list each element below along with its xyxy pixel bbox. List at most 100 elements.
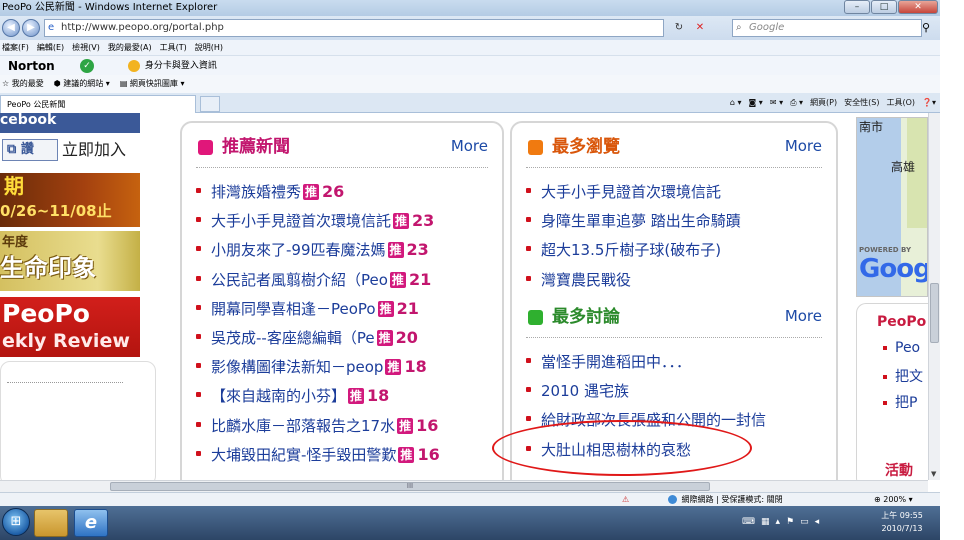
horizontal-scrollbar[interactable]: III (0, 480, 928, 492)
map-widget[interactable]: 南市 高雄 POWERED BY Goog (856, 117, 928, 297)
recommended-news-item[interactable]: 比麟水庫－部落報告之17水推 16 (196, 415, 438, 437)
recommended-news-item[interactable]: 大手小手見證首次環境信託推 23 (196, 210, 434, 232)
most-viewed-item[interactable]: 超大13.5斤樹子球(破布子) (526, 239, 721, 261)
most-viewed-item[interactable]: 身障生單車追夢 踏出生命騎蹟 (526, 210, 741, 232)
volume-icon[interactable]: ◂ (815, 512, 820, 532)
minimize-button[interactable]: – (844, 0, 870, 14)
side-box-item[interactable]: 把P (883, 392, 917, 412)
menu-tools[interactable]: 工具(T) (160, 40, 187, 55)
recommended-news-panel: 推薦新聞 More 排灣族婚禮秀推 26 大手小手見證首次環境信託推 23 小朋友來了-… (180, 121, 504, 480)
start-button[interactable]: ⊞ (2, 508, 30, 536)
security-warning-icon[interactable]: ⚠ (622, 493, 629, 506)
most-viewed-item[interactable]: 大手小手見證首次環境信託 (526, 181, 721, 203)
file-explorer-taskbar-icon[interactable] (34, 509, 68, 537)
most-viewed-more-link[interactable]: More (785, 135, 822, 157)
forward-button[interactable]: ▶ (22, 19, 40, 37)
web-slice-gallery-link[interactable]: ▤ 網頁快訊圖庫 ▾ (120, 75, 185, 93)
recommended-news-item[interactable]: 小朋友來了-99匹春魔法媽推 23 (196, 239, 429, 261)
favorites-button[interactable]: ☆ 我的最愛 (2, 75, 44, 93)
display-icon[interactable]: ▭ (800, 512, 809, 532)
weekly-review-banner[interactable]: PeoPo ekly Review (0, 297, 140, 357)
news-title: 灣寶農民戰役 (541, 270, 632, 289)
most-discussed-square-icon (528, 310, 543, 325)
menu-favorites[interactable]: 我的最愛(A) (108, 40, 152, 55)
vertical-scrollbar[interactable]: ▼ (928, 113, 940, 480)
page-icon: e (48, 22, 55, 33)
recommended-news-item[interactable]: 排灣族婚禮秀推 26 (196, 181, 344, 203)
mail-icon[interactable]: ✉ ▾ (770, 95, 783, 111)
recommended-news-item[interactable]: 大埔毀田紀實-怪手毀田警歎推 16 (196, 444, 440, 466)
norton-check-icon[interactable]: ✓ (80, 59, 94, 73)
map-city-label: 南市 (859, 120, 884, 134)
flag-icon[interactable]: ⚑ (786, 512, 794, 532)
recommended-news-item[interactable]: 影像構圖律法新知－peop 推 18 (196, 356, 427, 378)
zoom-control[interactable]: ⊕ 200% ▾ (874, 493, 913, 506)
horizontal-scroll-thumb[interactable]: III (110, 482, 710, 491)
menu-edit[interactable]: 編輯(E) (37, 40, 64, 55)
menu-view[interactable]: 檢視(V) (72, 40, 100, 55)
help-icon[interactable]: ❓▾ (922, 95, 936, 111)
suggested-sites-link[interactable]: ⬢ 建議的網站 ▾ (54, 75, 110, 93)
facebook-join[interactable]: ⧉ 讚 立即加入 (0, 135, 140, 165)
most-discussed-item[interactable]: 當怪手開進稻田中．．． (526, 351, 691, 373)
most-discussed-item[interactable]: 2010 遇宅族 (526, 380, 629, 402)
url-input[interactable]: e http://www.peopo.org/portal.php (44, 19, 664, 37)
side-box-item[interactable]: 把文 (883, 366, 923, 386)
norton-id-label: 身分卡與登入資訊 (144, 61, 217, 71)
recommend-badge: 推 (389, 271, 406, 288)
refresh-button[interactable]: ↻ (670, 19, 688, 37)
search-input[interactable]: ⌕ Google (732, 19, 922, 37)
scroll-down-icon[interactable]: ▼ (931, 470, 936, 478)
security-zone[interactable]: 網際網路 | 受保護模式: 關閉 (668, 493, 783, 506)
popular-panel: 最多瀏覽 More 大手小手見證首次環境信託 身障生單車追夢 踏出生命騎蹟 超大13… (510, 121, 838, 480)
recommended-news-item[interactable]: 吳茂成--客座總編輯（Pe 推 20 (196, 327, 418, 349)
keyboard-icon[interactable]: ⌨ (742, 512, 755, 532)
search-go-button[interactable]: ⚲ (916, 19, 936, 37)
facebook-banner[interactable]: cebook (0, 113, 140, 133)
vertical-scroll-thumb[interactable] (930, 283, 939, 343)
event-banner[interactable]: 期 0/26~11/08止 (0, 173, 140, 227)
recommended-news-item[interactable]: 【來自越南的小芬】推 18 (196, 385, 389, 407)
life-impression-banner[interactable]: 年度 生命印象 (0, 231, 140, 291)
divider (526, 337, 822, 338)
recommended-news-item[interactable]: 開幕同學喜相逢－PeoPo 推 21 (196, 298, 419, 320)
home-icon[interactable]: ⌂ ▾ (730, 95, 742, 111)
most-viewed-item[interactable]: 灣寶農民戰役 (526, 269, 631, 291)
life-year-label: 年度 (2, 235, 29, 250)
address-buttons: ↻ ✕ (670, 19, 709, 37)
close-button[interactable]: ✕ (898, 0, 938, 14)
recommended-news-item[interactable]: 公民記者風翦樹介紹（Peo 推 21 (196, 269, 431, 291)
tools-menu[interactable]: 工具(O) (886, 95, 915, 111)
stop-button[interactable]: ✕ (691, 19, 709, 37)
clock[interactable]: 上午 09:55 2010/7/13 (874, 509, 930, 535)
network-icon[interactable]: ▦ (761, 512, 770, 532)
recommended-more-link[interactable]: More (451, 135, 488, 157)
side-box-item[interactable]: Peo (883, 340, 920, 356)
print-icon[interactable]: ⎙ ▾ (790, 95, 803, 111)
most-discussed-more-link[interactable]: More (785, 305, 822, 327)
menu-file[interactable]: 檔案(F) (2, 40, 29, 55)
bullet-icon (196, 275, 201, 281)
news-title: 大手小手見證首次環境信託 (541, 183, 722, 201)
most-discussed-item[interactable]: 給財政部次長張盛和公開的一封信 (526, 409, 766, 431)
norton-id-button[interactable]: 身分卡與登入資訊 (128, 56, 217, 76)
page-menu[interactable]: 網頁(P) (810, 95, 837, 111)
like-button[interactable]: ⧉ 讚 (2, 139, 58, 161)
safety-menu[interactable]: 安全性(S) (844, 95, 879, 111)
join-now-link[interactable]: 立即加入 (62, 139, 126, 161)
news-title: 給財政部次長張盛和公開的一封信 (541, 411, 767, 430)
recommend-badge: 推 (393, 213, 410, 230)
most-discussed-item[interactable]: 大肚山相思樹林的哀愁 (526, 439, 691, 461)
menu-help[interactable]: 說明(H) (195, 40, 223, 55)
new-tab-button[interactable] (200, 96, 220, 112)
norton-button[interactable]: Norton (8, 56, 55, 76)
tray-arrow-icon[interactable]: ▴ (776, 512, 781, 532)
back-button[interactable]: ◀ (2, 19, 20, 37)
bullet-icon (196, 392, 201, 398)
feeds-icon[interactable]: ◙ ▾ (749, 95, 763, 111)
tab-peopo[interactable]: PeoPo 公民新聞 (0, 95, 196, 113)
favorites-label: 我的最愛 (11, 79, 44, 88)
maximize-button[interactable]: □ (871, 0, 897, 14)
news-title: 當怪手開進稻田中．．． (541, 353, 692, 371)
internet-explorer-taskbar-icon[interactable]: e (74, 509, 108, 537)
